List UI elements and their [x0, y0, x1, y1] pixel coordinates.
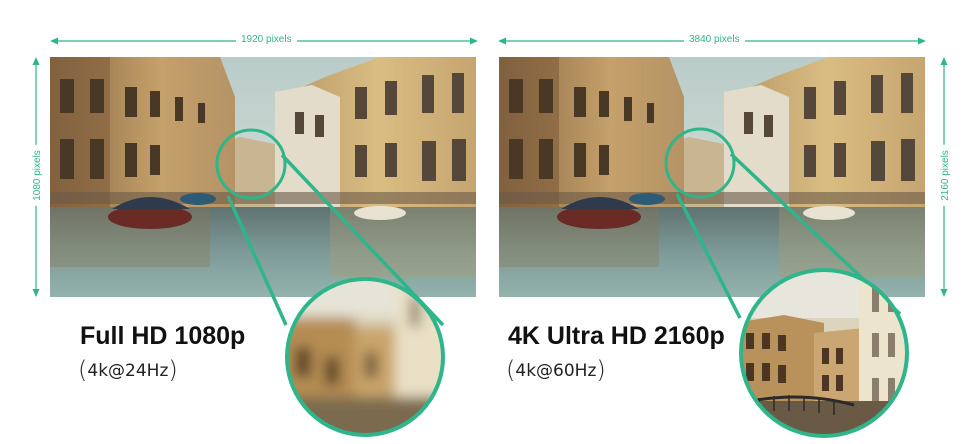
uhd-refresh: 4k@60Hz: [515, 361, 597, 381]
full-hd-title: Full HD 1080p: [80, 322, 246, 350]
right-zoom-callout: [664, 127, 909, 438]
left-height-label: 1080 pixels: [31, 145, 43, 206]
left-zoom-callout: [215, 128, 445, 437]
right-width-label: 3840 pixels: [684, 34, 745, 45]
uhd-title: 4K Ultra HD 2160p: [508, 322, 725, 350]
full-hd-refresh: 4k@24Hz: [87, 361, 169, 381]
full-hd-subtitle: (4k@24Hz): [78, 356, 178, 384]
right-height-label: 2160 pixels: [939, 145, 951, 206]
uhd-subtitle: (4k@60Hz): [506, 356, 606, 384]
left-width-label: 1920 pixels: [236, 34, 297, 45]
